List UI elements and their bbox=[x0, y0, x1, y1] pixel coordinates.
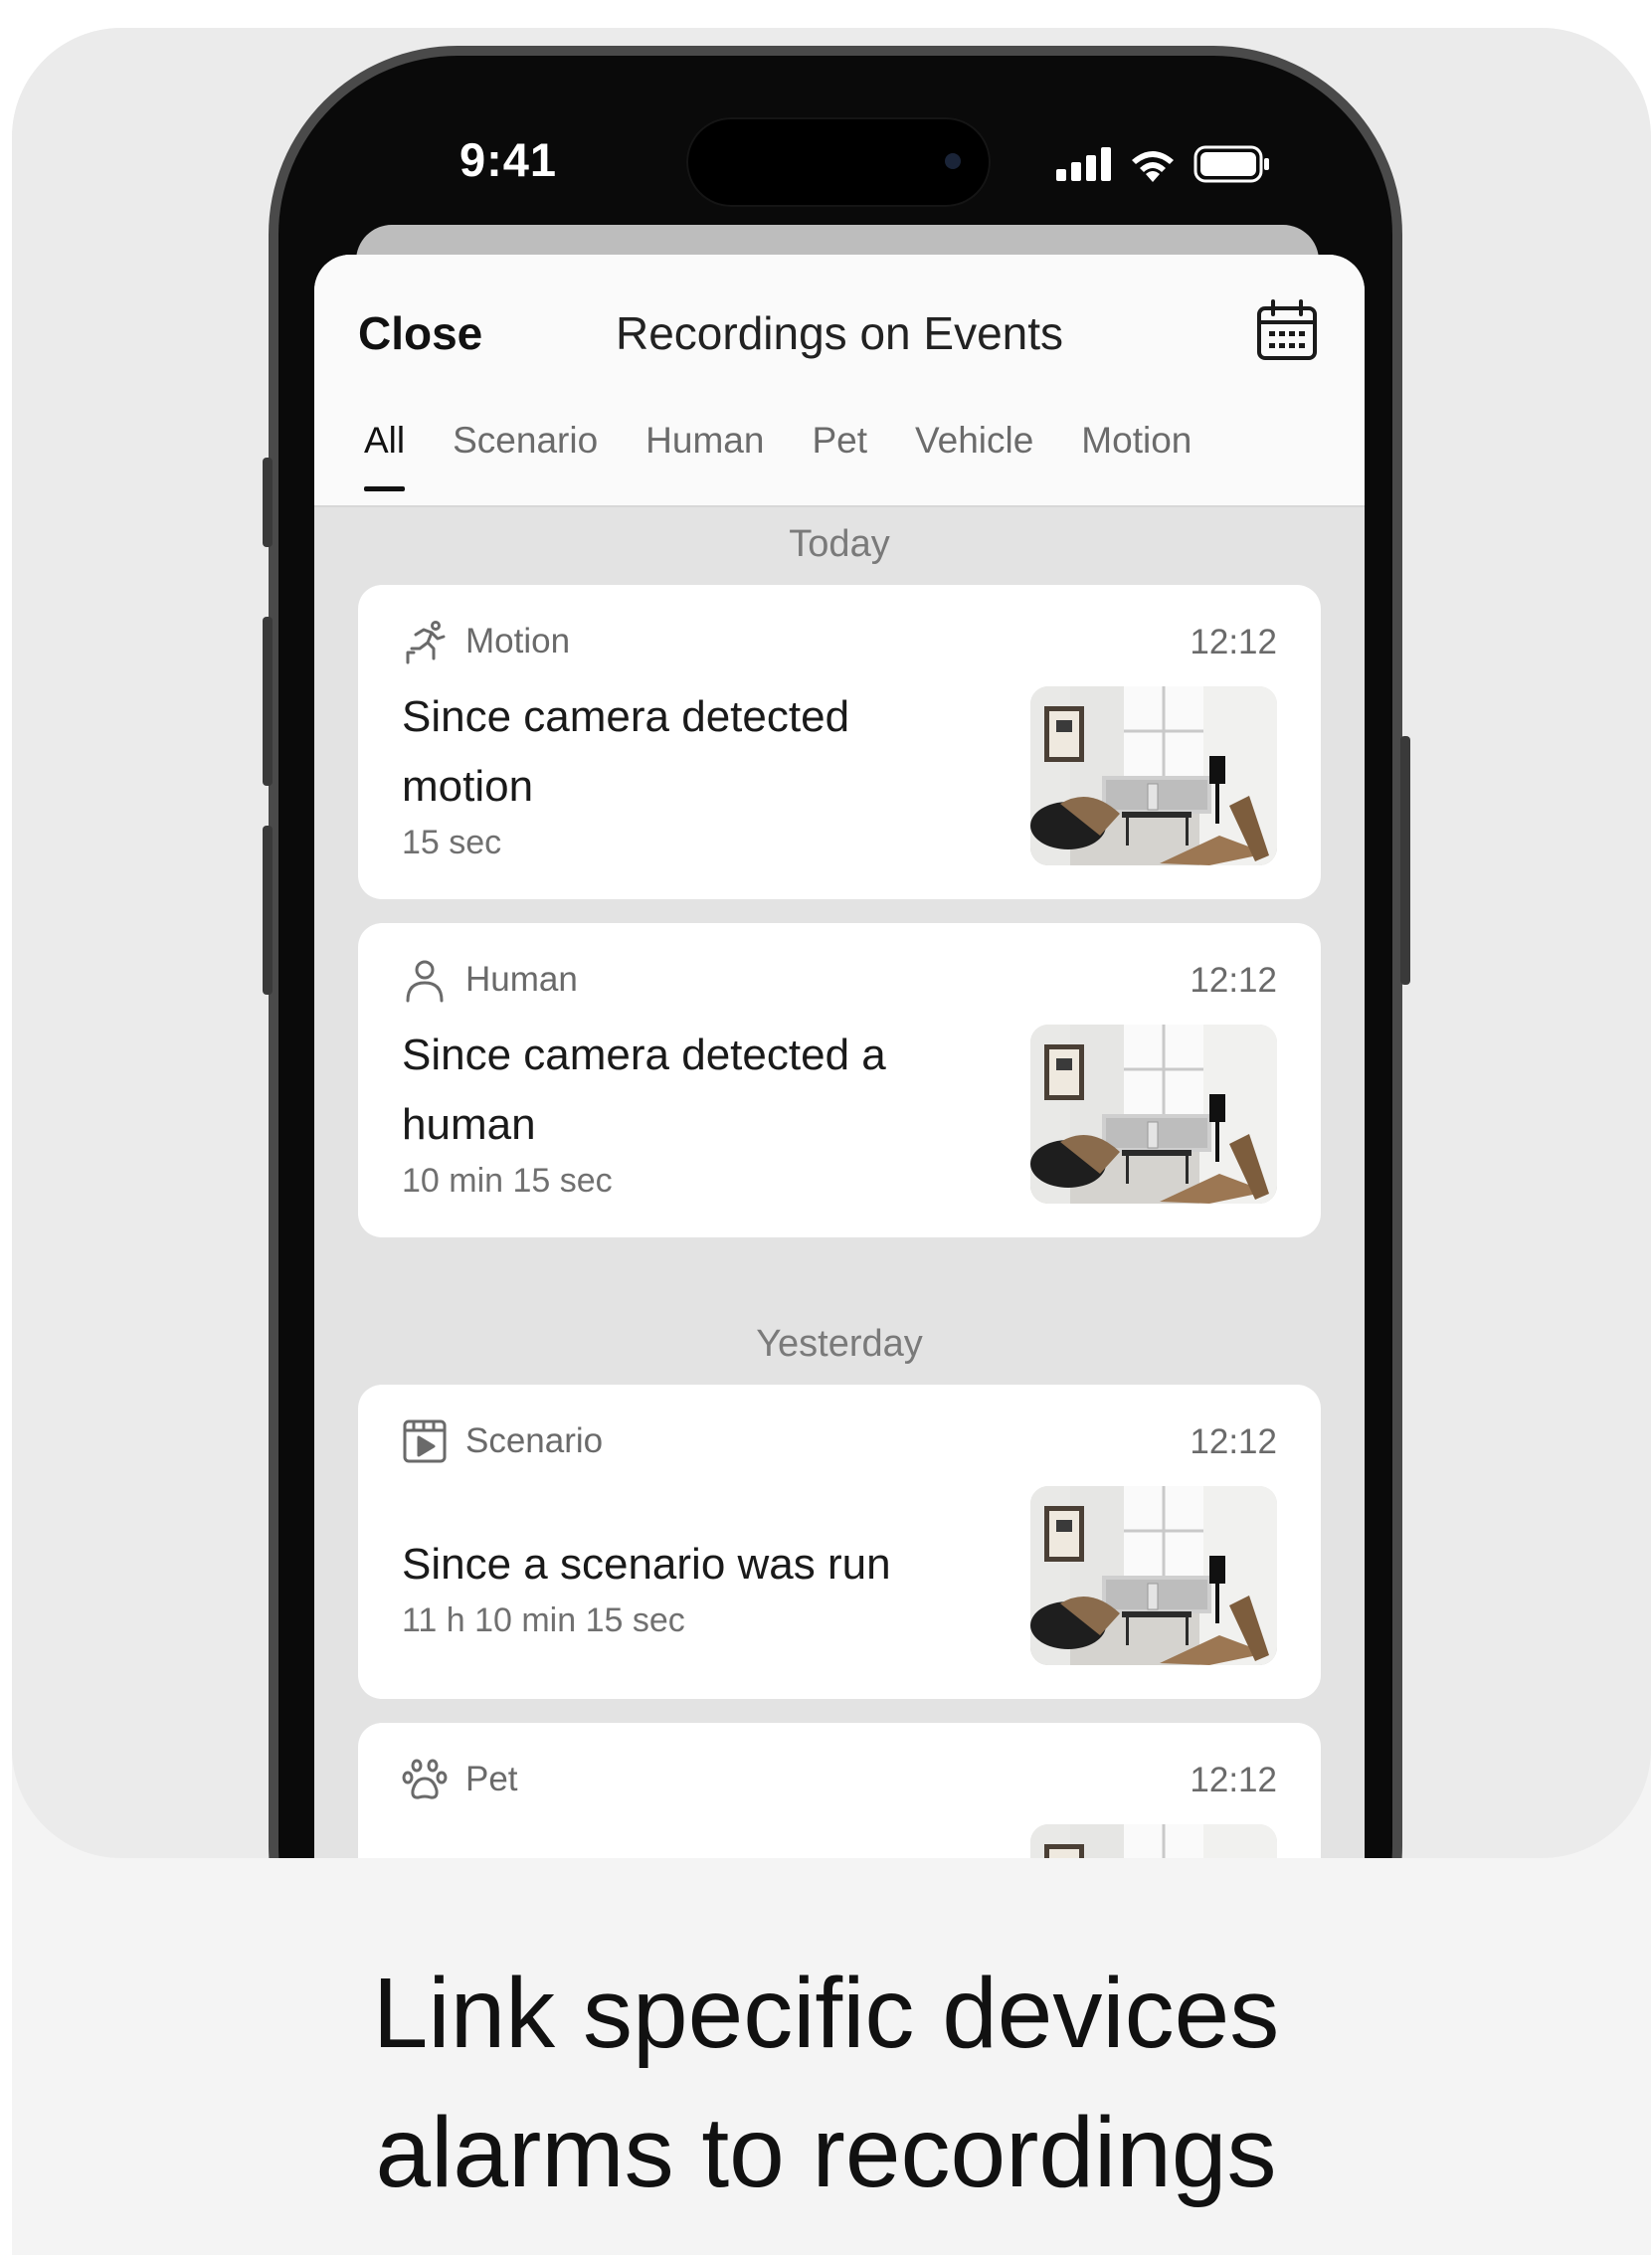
running-person-icon bbox=[406, 621, 446, 664]
event-category-label: Pet bbox=[465, 1760, 518, 1798]
wifi-icon bbox=[1132, 151, 1174, 182]
recording-thumbnail[interactable] bbox=[1030, 1486, 1277, 1665]
event-card[interactable]: Pet 12:12 bbox=[358, 1723, 1321, 1858]
tab-motion[interactable]: Motion bbox=[1081, 420, 1192, 491]
event-category-label: Scenario bbox=[465, 1421, 604, 1460]
event-filter-tabs: All Scenario Human Pet Vehicle Motion bbox=[364, 420, 1239, 491]
section-label-yesterday: Yesterday bbox=[756, 1323, 923, 1365]
tab-pet[interactable]: Pet bbox=[812, 420, 867, 491]
signal-icon bbox=[1056, 147, 1111, 181]
event-category: Motion bbox=[402, 619, 570, 664]
status-time: 9:41 bbox=[459, 133, 558, 186]
event-time: 12:12 bbox=[1190, 961, 1277, 1000]
volume-up-button bbox=[263, 617, 273, 786]
event-title: Since a scenario was run bbox=[402, 1540, 891, 1589]
dynamic-island bbox=[686, 117, 991, 207]
sheet-header: Close Recordings on Events All Scenario … bbox=[314, 255, 1365, 507]
section-label-today: Today bbox=[789, 523, 890, 565]
event-card[interactable]: Human 12:12 Since camera detected a huma… bbox=[358, 923, 1321, 1237]
recording-thumbnail[interactable] bbox=[1030, 686, 1277, 865]
event-time: 12:12 bbox=[1190, 1761, 1277, 1799]
recording-thumbnail[interactable] bbox=[1030, 1025, 1277, 1204]
event-card[interactable]: Motion 12:12 Since camera detected motio… bbox=[358, 585, 1321, 899]
event-card[interactable]: Scenario 12:12 Since a scenario was run … bbox=[358, 1385, 1321, 1699]
event-title: Since camera detected motion bbox=[402, 692, 850, 811]
recording-thumbnail[interactable] bbox=[1030, 1824, 1277, 1858]
calendar-icon[interactable] bbox=[1255, 298, 1319, 362]
tab-scenario[interactable]: Scenario bbox=[453, 420, 598, 491]
phone-mockup: 9:41 Close Recordings on Events All Scen… bbox=[0, 0, 1652, 1858]
scenario-play-icon bbox=[403, 1419, 447, 1463]
caption-line-1: Link specific devices bbox=[372, 1958, 1280, 2069]
event-duration: 15 sec bbox=[402, 824, 502, 861]
event-category-label: Human bbox=[465, 960, 578, 999]
recordings-sheet: Close Recordings on Events All Scenario … bbox=[314, 255, 1365, 1858]
power-button bbox=[1400, 736, 1410, 985]
front-camera bbox=[945, 153, 961, 169]
battery-icon bbox=[1193, 145, 1269, 183]
tab-human[interactable]: Human bbox=[645, 420, 764, 491]
paw-icon bbox=[402, 1759, 448, 1799]
tab-all[interactable]: All bbox=[364, 420, 406, 491]
status-icons bbox=[1056, 142, 1271, 186]
event-category: Pet bbox=[402, 1757, 518, 1802]
event-duration: 10 min 15 sec bbox=[402, 1162, 613, 1200]
person-icon bbox=[406, 960, 444, 1003]
event-category: Scenario bbox=[402, 1418, 603, 1464]
sheet-title: Recordings on Events bbox=[615, 307, 1064, 359]
event-category-label: Motion bbox=[465, 622, 571, 660]
action-button bbox=[263, 458, 273, 547]
event-title: Since camera detected a human bbox=[402, 1031, 886, 1149]
event-duration: 11 h 10 min 15 sec bbox=[402, 1601, 685, 1639]
tab-vehicle[interactable]: Vehicle bbox=[915, 420, 1033, 491]
event-time: 12:12 bbox=[1190, 623, 1277, 661]
caption-line-2: alarms to recordings bbox=[375, 2097, 1277, 2208]
event-category: Human bbox=[402, 957, 578, 1003]
volume-down-button bbox=[263, 826, 273, 995]
event-time: 12:12 bbox=[1190, 1422, 1277, 1461]
